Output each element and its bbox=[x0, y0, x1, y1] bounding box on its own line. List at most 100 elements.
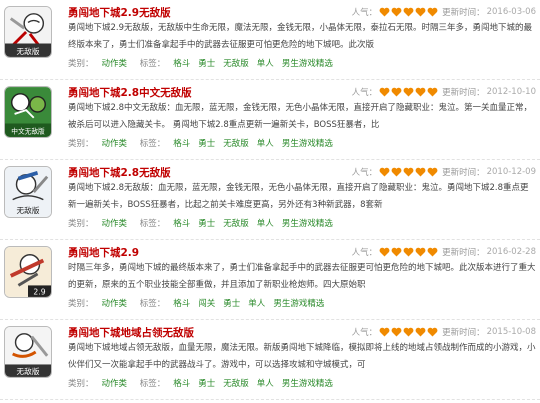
icon-caption: 2.9 bbox=[33, 288, 45, 297]
update-date: 2016-03-06 bbox=[486, 7, 536, 17]
heart-icon bbox=[391, 7, 402, 17]
game-description: 勇闯地下城地域占领无敌版，血量无限，魔法无限。新版勇闯地下城降临，模拟即将上线的… bbox=[68, 343, 536, 370]
game-thumbnail[interactable]: 中文无敌版 bbox=[4, 86, 52, 138]
popularity-label: 人气： bbox=[351, 328, 378, 338]
tag-row: 类别： 动作类 标签： 格斗 勇士 无敌版 单人 男生游戏精选 bbox=[68, 217, 333, 229]
update-date: 2015-10-08 bbox=[486, 327, 536, 337]
game-icon: 无敌版 bbox=[5, 7, 51, 57]
heart-icon bbox=[403, 247, 414, 257]
game-thumbnail[interactable]: 无敌版 bbox=[4, 326, 52, 378]
heart-icon bbox=[379, 327, 390, 337]
tags-label: 标签： bbox=[139, 379, 166, 389]
category-link[interactable]: 动作类 bbox=[102, 59, 128, 69]
tag-row: 类别： 动作类 标签： 格斗 闯关 勇士 单人 男生游戏精选 bbox=[68, 297, 324, 309]
tag-link[interactable]: 男生游戏精选 bbox=[282, 379, 333, 389]
tag-link[interactable]: 格斗 bbox=[173, 219, 190, 229]
tag-link[interactable]: 勇士 bbox=[198, 59, 215, 69]
tag-link[interactable]: 闯关 bbox=[198, 299, 215, 309]
list-item[interactable]: 无敌版 勇闯地下城2.9无敌版 人气： 更新时间： 2016-03-06 勇闯地… bbox=[0, 0, 540, 80]
tag-link[interactable]: 男生游戏精选 bbox=[282, 219, 333, 229]
updated-label: 更新时间： bbox=[442, 328, 485, 338]
updated-label: 更新时间： bbox=[442, 88, 485, 98]
category-label: 类别： bbox=[68, 299, 94, 309]
rating-hearts bbox=[379, 7, 439, 17]
rating-hearts bbox=[379, 87, 439, 97]
heart-icon bbox=[379, 247, 390, 257]
heart-icon bbox=[415, 327, 426, 337]
heart-icon bbox=[427, 327, 438, 337]
tag-row: 类别： 动作类 标签： 格斗 勇士 无敌版 单人 男生游戏精选 bbox=[68, 377, 333, 389]
game-title-link[interactable]: 勇闯地下城2.8中文无敌版 bbox=[68, 85, 192, 100]
rating-hearts bbox=[379, 327, 439, 337]
heart-icon bbox=[427, 7, 438, 17]
tags-label: 标签： bbox=[139, 59, 166, 69]
heart-icon bbox=[403, 327, 414, 337]
category-link[interactable]: 动作类 bbox=[102, 299, 128, 309]
updated-label: 更新时间： bbox=[442, 248, 485, 258]
game-description: 勇闯地下城2.8中文无敌版：血无限，蓝无限，金钱无限，无色小晶体无限，直接开启了… bbox=[68, 103, 533, 130]
icon-caption: 无敌版 bbox=[17, 366, 40, 376]
tag-link[interactable]: 单人 bbox=[248, 299, 265, 309]
heart-icon bbox=[415, 247, 426, 257]
updated-label: 更新时间： bbox=[442, 168, 485, 178]
category-link[interactable]: 动作类 bbox=[102, 139, 128, 149]
list-item[interactable]: 无敌版 勇闯地下城2.8无敌版 人气： 更新时间： 2010-12-09 勇闯地… bbox=[0, 160, 540, 240]
tags-label: 标签： bbox=[139, 299, 166, 309]
tag-link[interactable]: 勇士 bbox=[198, 379, 215, 389]
tag-link[interactable]: 单人 bbox=[257, 139, 274, 149]
category-label: 类别： bbox=[68, 219, 94, 229]
heart-icon bbox=[415, 87, 426, 97]
tag-link[interactable]: 无敌版 bbox=[223, 59, 249, 69]
tag-link[interactable]: 格斗 bbox=[173, 139, 190, 149]
heart-icon bbox=[391, 167, 402, 177]
category-label: 类别： bbox=[68, 139, 94, 149]
game-title-link[interactable]: 勇闯地下城2.9 bbox=[68, 245, 139, 260]
tag-link[interactable]: 格斗 bbox=[173, 299, 190, 309]
tag-link[interactable]: 单人 bbox=[257, 379, 274, 389]
tag-link[interactable]: 格斗 bbox=[173, 59, 190, 69]
game-thumbnail[interactable]: 2.9 bbox=[4, 246, 52, 298]
popularity-label: 人气： bbox=[351, 248, 378, 258]
list-item[interactable]: 中文无敌版 勇闯地下城2.8中文无敌版 人气： 更新时间： 2012-10-10… bbox=[0, 80, 540, 160]
list-item[interactable]: 无敌版 勇闯地下城地域占领无敌版 人气： 更新时间： 2015-10-08 勇闯… bbox=[0, 320, 540, 400]
tag-link[interactable]: 男生游戏精选 bbox=[273, 299, 324, 309]
game-icon: 无敌版 bbox=[5, 167, 51, 217]
game-title-link[interactable]: 勇闯地下城2.8无敌版 bbox=[68, 165, 171, 180]
game-title-link[interactable]: 勇闯地下城地域占领无敌版 bbox=[68, 325, 194, 340]
game-icon: 中文无敌版 bbox=[5, 87, 51, 137]
heart-icon bbox=[403, 7, 414, 17]
tag-link[interactable]: 单人 bbox=[257, 59, 274, 69]
tag-link[interactable]: 无敌版 bbox=[223, 139, 249, 149]
category-link[interactable]: 动作类 bbox=[102, 219, 128, 229]
icon-caption: 中文无敌版 bbox=[11, 127, 45, 136]
tag-link[interactable]: 格斗 bbox=[173, 379, 190, 389]
heart-icon bbox=[403, 167, 414, 177]
game-thumbnail[interactable]: 无敌版 bbox=[4, 166, 52, 218]
heart-icon bbox=[391, 327, 402, 337]
game-thumbnail[interactable]: 无敌版 bbox=[4, 6, 52, 58]
game-description: 勇闯地下城2.8无敌版：血无限，蓝无限，金钱无限，无色小晶体无限，直接开启了隐藏… bbox=[68, 183, 529, 210]
heart-icon bbox=[379, 167, 390, 177]
tag-link[interactable]: 无敌版 bbox=[223, 379, 249, 389]
heart-icon bbox=[379, 87, 390, 97]
category-label: 类别： bbox=[68, 379, 94, 389]
tag-link[interactable]: 无敌版 bbox=[223, 219, 249, 229]
updated-label: 更新时间： bbox=[442, 8, 485, 18]
game-title-link[interactable]: 勇闯地下城2.9无敌版 bbox=[68, 5, 171, 20]
tag-link[interactable]: 勇士 bbox=[198, 139, 215, 149]
popularity-label: 人气： bbox=[351, 88, 378, 98]
heart-icon bbox=[403, 87, 414, 97]
tag-link[interactable]: 男生游戏精选 bbox=[282, 59, 333, 69]
rating-hearts bbox=[379, 167, 439, 177]
tags-label: 标签： bbox=[139, 219, 166, 229]
category-link[interactable]: 动作类 bbox=[102, 379, 128, 389]
tag-link[interactable]: 男生游戏精选 bbox=[282, 139, 333, 149]
heart-icon bbox=[391, 87, 402, 97]
tag-link[interactable]: 勇士 bbox=[223, 299, 240, 309]
tag-row: 类别： 动作类 标签： 格斗 勇士 无敌版 单人 男生游戏精选 bbox=[68, 57, 333, 69]
tags-label: 标签： bbox=[139, 139, 166, 149]
tag-link[interactable]: 勇士 bbox=[198, 219, 215, 229]
game-description: 勇闯地下城2.9无敌版，无敌版中生命无限，魔法无限，金钱无限，小晶体无限，泰拉石… bbox=[68, 23, 533, 50]
tag-link[interactable]: 单人 bbox=[257, 219, 274, 229]
list-item[interactable]: 2.9 勇闯地下城2.9 人气： 更新时间： 2016-02-28 时隔三年多，… bbox=[0, 240, 540, 320]
